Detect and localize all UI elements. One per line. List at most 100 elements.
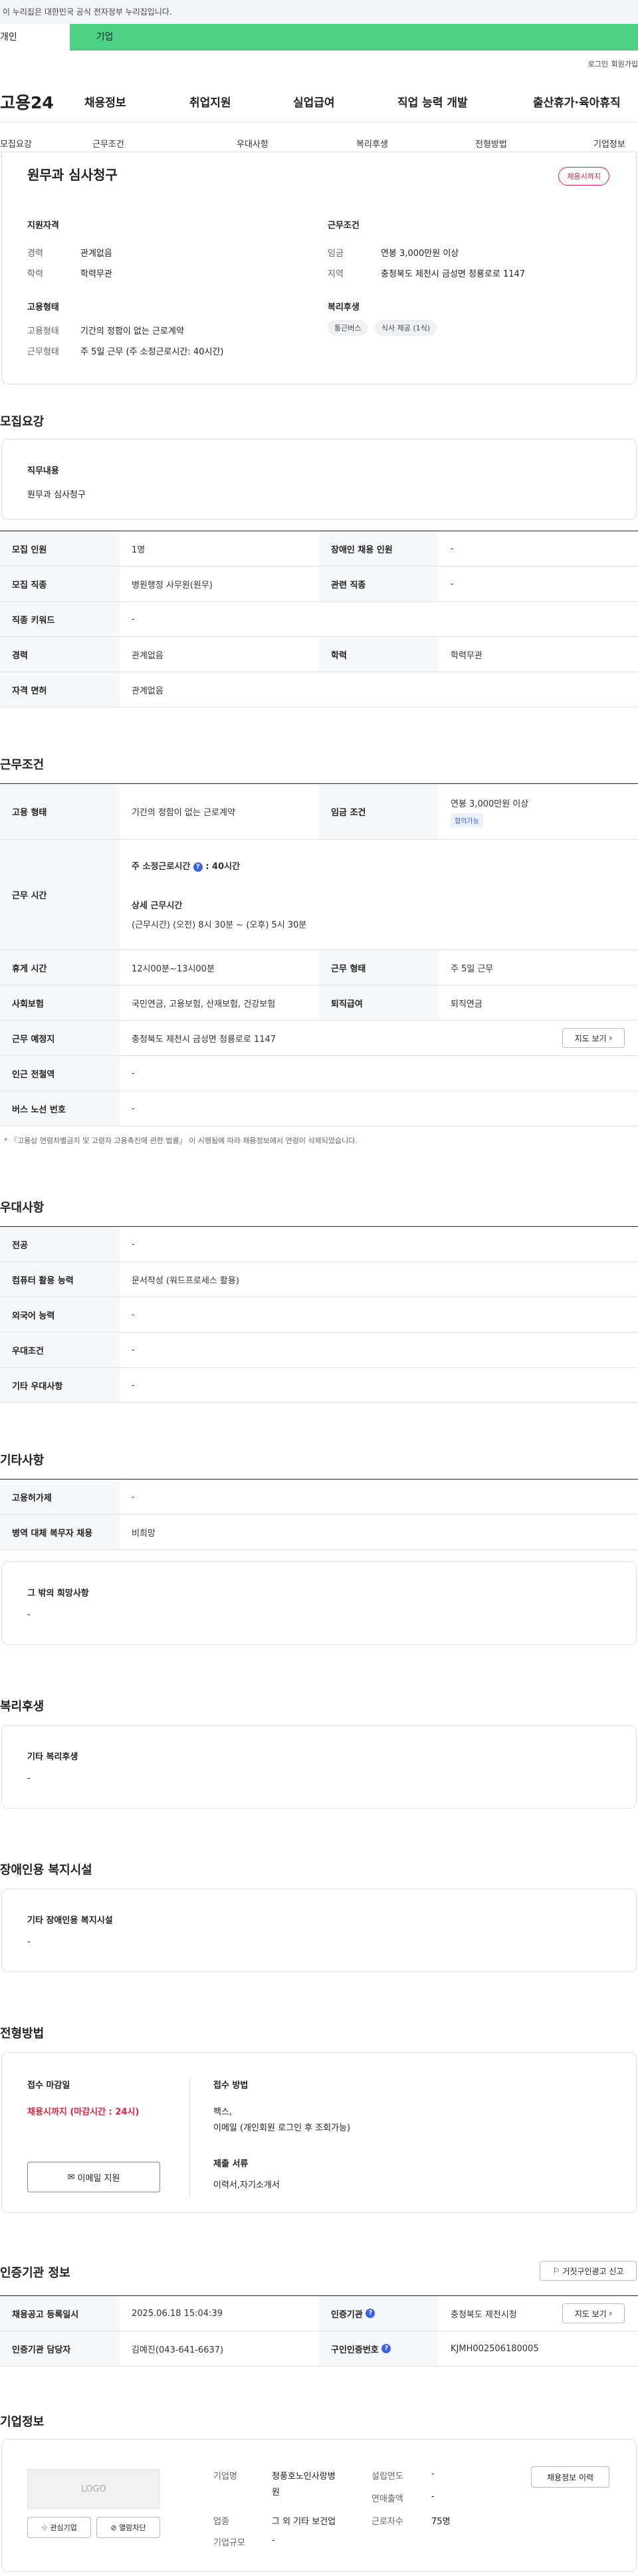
wish-card: 그 밖의 희망사항 - xyxy=(1,1561,637,1645)
th-org-label: 인증기관 xyxy=(331,2309,363,2320)
th-etc: 기타 우대사항 xyxy=(0,1368,120,1402)
welfare-tag: 식사 제공 (1식) xyxy=(374,320,437,336)
th-major: 전공 xyxy=(0,1227,120,1261)
td-station: - xyxy=(132,1068,135,1079)
snav-selection[interactable]: 전형방법 xyxy=(475,137,507,150)
info-icon[interactable]: ? xyxy=(193,862,203,872)
td-major: - xyxy=(132,1239,135,1249)
prefer-table: 전공 - 컴퓨터 활용 능력 문서작성 (워드프로세스 활용) 외국어 능력 - 우대… xyxy=(0,1226,638,1403)
report-icon: ⚐ xyxy=(552,2266,560,2275)
wage-badge: 협의가능 xyxy=(451,813,483,827)
false-ad-report-button[interactable]: ⚐ 거짓구인광고 신고 xyxy=(540,2261,637,2281)
info-icon[interactable]: ? xyxy=(366,2309,375,2318)
gnb-employment-support[interactable]: 취업지원 xyxy=(189,93,231,110)
docs-head: 제출 서류 xyxy=(213,2159,249,2169)
td-org: 충청북도 제천시청 xyxy=(451,2309,517,2320)
wage-label: 임금 xyxy=(328,249,344,259)
site-logo[interactable]: 고용24 xyxy=(0,90,73,114)
snav-work[interactable]: 근무조건 xyxy=(92,137,124,150)
gov-banner: 이 누리집은 대한민국 공식 전자정부 누리집입니다. xyxy=(0,0,638,24)
th-bus: 버스 노선 번호 xyxy=(0,1091,120,1126)
welfare-value: - xyxy=(27,1773,31,1783)
th-place: 근무 예정지 xyxy=(0,1021,120,1055)
selection-divider xyxy=(189,2078,190,2198)
th-emp: 고용 형태 xyxy=(0,784,120,839)
career-value: 관계없음 xyxy=(80,249,112,259)
th-num: 구인인증번호 ? xyxy=(319,2331,439,2366)
th-edu: 학력 xyxy=(319,637,439,672)
td-military: 비희망 xyxy=(132,1528,156,1539)
snav-welfare[interactable]: 복리후생 xyxy=(356,137,388,150)
company-title: 기업정보 xyxy=(0,2415,45,2429)
agency-title: 인증기관 정보 xyxy=(0,2266,70,2280)
snav-prefer[interactable]: 우대사항 xyxy=(237,137,268,150)
selection-title: 전형방법 xyxy=(0,2027,45,2041)
area-value: 충청북도 제천시 금성면 청룡로로 1147 xyxy=(381,269,526,279)
snav-company[interactable]: 기업정보 xyxy=(593,137,625,150)
th-related: 관련 직종 xyxy=(319,567,439,601)
td-corp: - xyxy=(132,1491,135,1502)
agency-map-button[interactable]: 지도 보기 › xyxy=(562,2303,625,2323)
emp-head: 고용형태 xyxy=(27,303,59,313)
th-military: 병역 대체 복무자 채용 xyxy=(0,1515,120,1549)
th-break: 휴게 시간 xyxy=(0,950,120,985)
disabled-card: 기타 장애인용 복지시설 - xyxy=(1,1888,637,1972)
th-ins: 사회보험 xyxy=(0,985,120,1020)
td-retire: 퇴직연금 xyxy=(451,999,482,1009)
th-station: 인근 전철역 xyxy=(0,1056,120,1091)
docs-value: 이력서,자기소개서 xyxy=(213,2180,280,2190)
emp-label: 근로자수 xyxy=(372,2517,403,2527)
tab-company[interactable]: 기업 xyxy=(70,24,140,51)
gnb-unemployment[interactable]: 실업급여 xyxy=(293,93,335,110)
td-edu: 학력무관 xyxy=(451,650,482,661)
duty-value: 원무과 심사청구 xyxy=(27,490,86,500)
report-label: 거짓구인광고 신고 xyxy=(562,2266,624,2276)
td-place: 충청북도 제천시 금성면 청룡로로 1147 xyxy=(132,1034,276,1045)
emptype-label: 고용형태 xyxy=(27,326,59,336)
td-etc: - xyxy=(132,1380,135,1390)
block-company-button[interactable]: ⊘ 열람차단 xyxy=(96,2517,160,2538)
prefer-title: 우대사항 xyxy=(0,1201,45,1215)
agency-map-label: 지도 보기 xyxy=(574,2309,607,2319)
work-table: 고용 형태 기간의 정함이 없는 근로계약 임금 조건 연봉 3,000만원 이… xyxy=(0,783,638,1126)
fav-company-button[interactable]: ☆ 관심기업 xyxy=(27,2517,91,2538)
method-value-2: 이메일 (개인회원 로그인 후 조회가능) xyxy=(213,2123,351,2133)
history-button[interactable]: 채용정보 이력 xyxy=(531,2466,609,2488)
gnb-jobs[interactable]: 채용정보 xyxy=(84,93,126,110)
emptype-value: 기간의 정함이 없는 근로계약 xyxy=(80,326,184,336)
disabled-title: 장애인용 복지시설 xyxy=(0,1863,92,1877)
qual-head: 지원자격 xyxy=(27,221,59,231)
size-label: 기업규모 xyxy=(213,2538,245,2548)
mail-icon: ✉ xyxy=(67,2172,75,2182)
th-count: 모집 인원 xyxy=(0,531,120,566)
company-logo: LOGO xyxy=(27,2469,160,2509)
emp-value: 75명 xyxy=(431,2517,451,2527)
td-break: 12시00분~13시00분 xyxy=(132,964,215,974)
info-icon[interactable]: ? xyxy=(381,2344,391,2353)
snav-recruit[interactable]: 모집요강 xyxy=(0,137,32,150)
tab-personal[interactable]: 개인 xyxy=(0,24,70,51)
gnb-vocational[interactable]: 직업 능력 개발 xyxy=(397,93,468,110)
th-num-label: 구인인증번호 xyxy=(331,2345,379,2355)
wish-head: 그 밖의 희망사항 xyxy=(27,1589,89,1599)
gnb-leave[interactable]: 출산휴가·육아휴직 xyxy=(533,93,621,110)
th-cond: 우대조건 xyxy=(0,1333,120,1367)
th-time: 근무 시간 xyxy=(0,840,120,950)
td-lang: - xyxy=(132,1309,135,1320)
th-job: 모집 직종 xyxy=(0,567,120,601)
wish-value: - xyxy=(27,1610,31,1620)
th-mgr: 인증기관 담당자 xyxy=(0,2331,120,2366)
th-lang: 외국어 능력 xyxy=(0,1297,120,1332)
ind-value: 그 외 기타 보건업 xyxy=(272,2517,336,2527)
email-apply-button[interactable]: ✉ 이메일 지원 xyxy=(27,2162,160,2192)
th-career: 경력 xyxy=(0,637,120,672)
map-button[interactable]: 지도 보기 › xyxy=(562,1028,625,1048)
signup-link[interactable]: 회원가입 xyxy=(611,59,638,69)
recruit-table: 모집 인원 1명 장애인 채용 인원 - 모집 직종 병원행정 사무원(원무) … xyxy=(0,531,638,708)
weekly-hours-label: 주 소정근로시간 xyxy=(132,862,191,872)
status-badge: 채용시까지 xyxy=(558,167,609,186)
area-label: 지역 xyxy=(328,269,344,279)
login-link[interactable]: 로그인 xyxy=(588,59,608,69)
job-title: 원무과 심사청구 xyxy=(27,167,118,183)
th-pc: 컴퓨터 활용 능력 xyxy=(0,1262,120,1297)
